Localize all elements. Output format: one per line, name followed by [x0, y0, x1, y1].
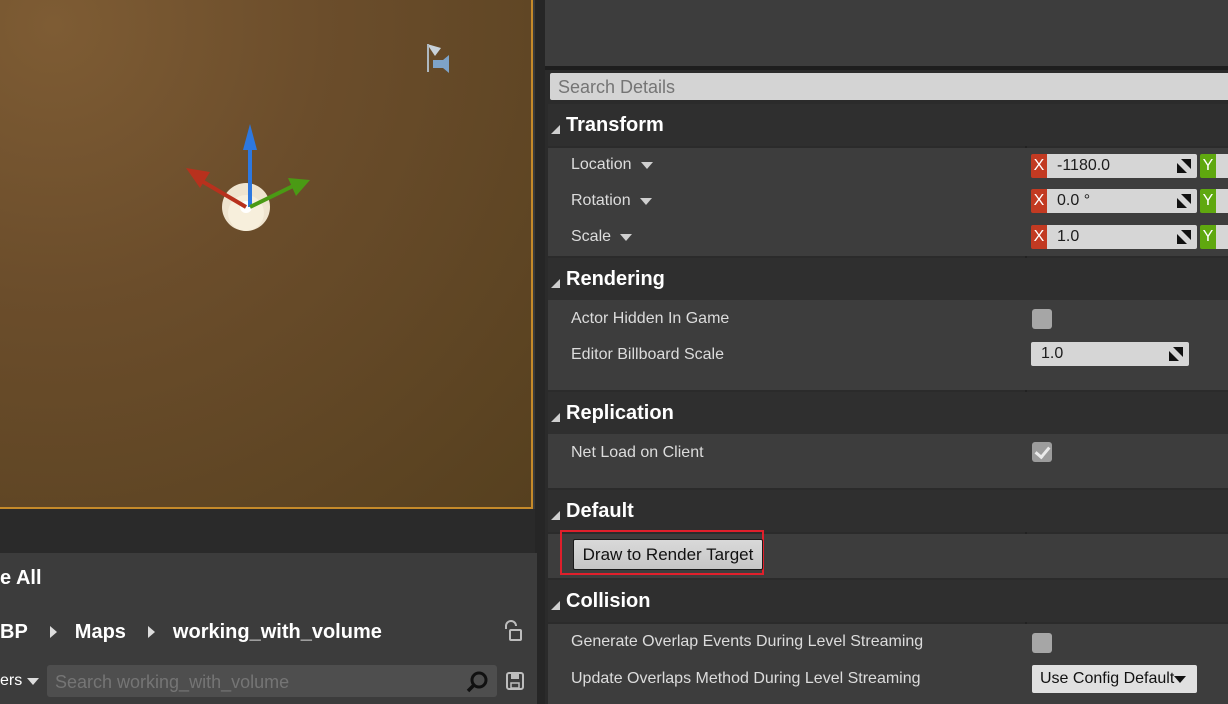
actor-hidden-label: Actor Hidden In Game: [571, 310, 730, 327]
collapse-arrow-icon[interactable]: [551, 278, 560, 288]
level-viewport[interactable]: [0, 0, 533, 509]
content-search-input[interactable]: [53, 665, 457, 699]
chevron-down-icon: [27, 677, 40, 685]
scale-x-axis-label: X: [1031, 225, 1047, 249]
rotation-x-field[interactable]: 0.0 °: [1047, 189, 1197, 213]
rotation-label: Rotation: [571, 192, 631, 209]
drag-handle-icon[interactable]: [1177, 159, 1191, 173]
chevron-down-icon[interactable]: [640, 161, 653, 169]
billboard-scale-label: Editor Billboard Scale: [571, 346, 724, 363]
property-row-net-load: Net Load on Client: [548, 434, 1228, 488]
location-label-wrap[interactable]: Location: [571, 156, 653, 174]
rotation-y-field[interactable]: [1216, 189, 1228, 213]
category-default[interactable]: Default: [548, 490, 1228, 532]
filters-dropdown[interactable]: ers: [0, 672, 40, 690]
breadcrumb-item-maps[interactable]: Maps: [75, 621, 126, 644]
overlap-events-checkbox[interactable]: [1032, 633, 1052, 653]
drag-handle-icon[interactable]: [1177, 194, 1191, 208]
update-overlaps-dropdown[interactable]: Use Config Default: [1032, 665, 1197, 693]
scale-x-field[interactable]: 1.0: [1047, 225, 1197, 249]
collapse-arrow-icon[interactable]: [551, 510, 560, 520]
location-x-field[interactable]: -1180.0: [1047, 154, 1197, 178]
category-replication-label: Replication: [566, 401, 674, 424]
chevron-right-icon[interactable]: [147, 626, 155, 638]
update-overlaps-value: Use Config Default: [1040, 670, 1175, 687]
overlap-events-label: Generate Overlap Events During Level Str…: [571, 633, 924, 650]
actor-hidden-checkbox[interactable]: [1032, 309, 1052, 329]
drag-handle-icon[interactable]: [1177, 230, 1191, 244]
location-y-axis-label: Y: [1200, 154, 1216, 178]
collapse-arrow-icon[interactable]: [551, 124, 560, 134]
scale-y-field[interactable]: [1216, 225, 1228, 249]
breadcrumb-item-bp[interactable]: BP: [0, 621, 28, 644]
details-divider: [545, 66, 1228, 70]
unlock-icon[interactable]: [502, 620, 522, 642]
details-search-box: [550, 73, 1228, 102]
location-x-axis-label: X: [1031, 154, 1047, 178]
rotation-x-value: 0.0 °: [1057, 192, 1091, 209]
details-header: [545, 0, 1228, 66]
save-icon[interactable]: [505, 671, 525, 691]
breadcrumb-item-folder[interactable]: working_with_volume: [173, 621, 382, 644]
location-x-value: -1180.0: [1057, 157, 1111, 174]
category-rendering-label: Rendering: [566, 267, 665, 290]
billboard-scale-value: 1.0: [1041, 345, 1064, 362]
chevron-down-icon[interactable]: [639, 197, 652, 205]
collapse-arrow-icon[interactable]: [551, 600, 560, 610]
location-y-field[interactable]: [1216, 154, 1228, 178]
rotation-x-axis-label: X: [1031, 189, 1047, 213]
search-icon[interactable]: [465, 670, 489, 694]
category-collision-label: Collision: [566, 589, 651, 612]
chevron-down-icon[interactable]: [620, 233, 633, 241]
chevron-right-icon[interactable]: [49, 626, 57, 638]
location-label: Location: [571, 156, 632, 173]
speaker-billboard-icon[interactable]: [423, 42, 457, 78]
drag-handle-icon[interactable]: [1169, 347, 1183, 361]
collapse-arrow-icon[interactable]: [551, 412, 560, 422]
rotation-y-axis-label: Y: [1200, 189, 1216, 213]
save-all-button[interactable]: e All: [0, 567, 42, 590]
viewport-footer-bar: [0, 509, 537, 553]
chevron-down-icon: [1174, 676, 1186, 683]
update-overlaps-label: Update Overlaps Method During Level Stre…: [571, 670, 921, 687]
category-replication[interactable]: Replication: [548, 392, 1228, 434]
draw-to-render-target-button[interactable]: Draw to Render Target: [573, 539, 763, 570]
rotation-label-wrap[interactable]: Rotation: [571, 192, 652, 210]
breadcrumb: BP Maps working_with_volume: [0, 618, 382, 646]
category-default-label: Default: [566, 499, 634, 522]
scale-y-axis-label: Y: [1200, 225, 1216, 249]
scale-x-value: 1.0: [1057, 228, 1080, 245]
category-transform[interactable]: Transform: [548, 104, 1228, 146]
scale-label-wrap[interactable]: Scale: [571, 228, 633, 246]
content-search-box: [47, 665, 497, 699]
category-collision[interactable]: Collision: [548, 580, 1228, 622]
scale-label: Scale: [571, 228, 612, 245]
filters-label: ers: [0, 672, 23, 689]
category-rendering[interactable]: Rendering: [548, 258, 1228, 300]
details-search-input[interactable]: [556, 73, 1220, 102]
net-load-checkbox[interactable]: [1032, 442, 1052, 462]
net-load-label: Net Load on Client: [571, 444, 704, 461]
category-transform-label: Transform: [566, 113, 664, 136]
billboard-scale-field[interactable]: 1.0: [1031, 342, 1189, 366]
